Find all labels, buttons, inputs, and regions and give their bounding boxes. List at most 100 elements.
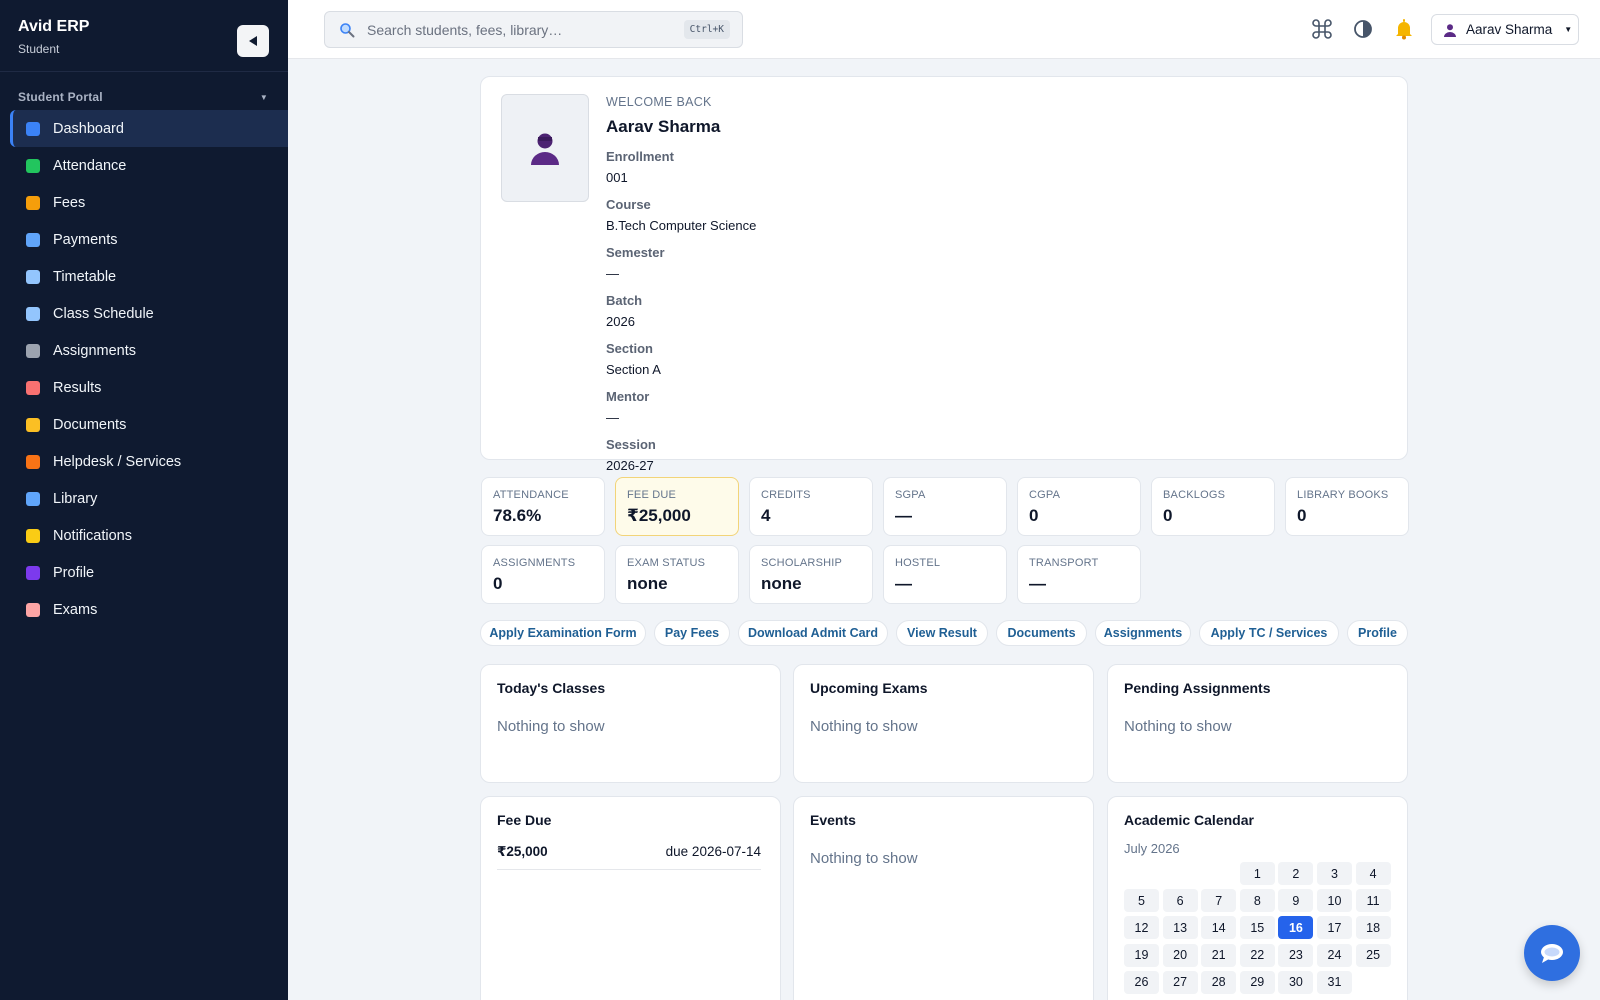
action-assignments-button[interactable]: Assignments [1095, 620, 1191, 646]
stat-card-transport[interactable]: TRANSPORT — [1017, 545, 1141, 604]
calendar-day[interactable]: 1 [1239, 862, 1275, 885]
calendar-day[interactable]: 28 [1201, 970, 1237, 994]
sidebar-item-profile[interactable]: Profile [0, 554, 288, 591]
sidebar-item-assignments[interactable]: Assignments [0, 332, 288, 369]
sidebar-item-results[interactable]: Results [0, 369, 288, 406]
sidebar: Avid ERP Student Student Portal ▼ Dashbo… [0, 0, 288, 1000]
calendar-day[interactable]: 13 [1162, 916, 1198, 940]
calendar-day[interactable]: 27 [1162, 970, 1198, 994]
sidebar-item-label: Library [53, 490, 98, 507]
action-documents-button[interactable]: Documents [996, 620, 1087, 646]
stat-value: 78.6% [493, 506, 542, 525]
action-pay-fees-button[interactable]: Pay Fees [654, 620, 730, 646]
calendar-day[interactable]: 4 [1355, 862, 1391, 885]
field-label: Course [606, 197, 651, 212]
stat-card-sgpa[interactable]: SGPA — [883, 477, 1007, 536]
bell-icon[interactable] [1392, 17, 1416, 41]
sidebar-item-notifications[interactable]: Notifications [0, 517, 288, 554]
fee-due-date: due 2026-07-14 [665, 844, 761, 859]
calendar-day[interactable]: 15 [1239, 916, 1275, 940]
chevron-down-icon: ▼ [1564, 25, 1573, 34]
stat-value: 0 [1297, 506, 1307, 525]
calendar-day[interactable]: 30 [1278, 970, 1314, 994]
action-download-admit-card-button[interactable]: Download Admit Card [738, 620, 888, 646]
calendar-day[interactable]: 7 [1201, 889, 1237, 913]
calendar-day[interactable]: 22 [1239, 943, 1275, 967]
calendar-day[interactable]: 19 [1124, 943, 1159, 967]
check-box-icon [26, 158, 40, 173]
calendar-day[interactable]: 17 [1317, 916, 1352, 940]
fee-amount: ₹25,000 [497, 844, 548, 859]
stat-card-exam-status[interactable]: EXAM STATUS none [615, 545, 739, 604]
sidebar-item-class-schedule[interactable]: Class Schedule [0, 295, 288, 332]
sidebar-item-dashboard[interactable]: Dashboard [10, 110, 288, 147]
calendar-day[interactable]: 2 [1278, 862, 1314, 885]
chat-button[interactable] [1524, 925, 1580, 981]
calendar-day[interactable]: 21 [1201, 943, 1237, 967]
sidebar-item-fees[interactable]: Fees [0, 184, 288, 221]
stat-card-credits[interactable]: CREDITS 4 [749, 477, 873, 536]
sidebar-item-timetable[interactable]: Timetable [0, 258, 288, 295]
field-value: B.Tech Computer Science [606, 218, 757, 233]
stat-card-scholarship[interactable]: SCHOLARSHIP none [749, 545, 873, 604]
action-apply-tc-services-button[interactable]: Apply TC / Services [1199, 620, 1339, 646]
command-icon[interactable] [1310, 17, 1334, 41]
collapse-sidebar-button[interactable] [237, 25, 269, 57]
calendar-day[interactable]: 9 [1278, 889, 1314, 913]
sidebar-item-attendance[interactable]: Attendance [0, 147, 288, 184]
welcome-text: WELCOME BACK [606, 95, 712, 109]
field-value: 001 [606, 170, 628, 185]
sidebar-section-toggle[interactable]: Student Portal ▼ [18, 90, 268, 104]
calendar-day[interactable]: 31 [1317, 970, 1352, 994]
calendar-day[interactable]: 6 [1162, 889, 1198, 913]
action-profile-button[interactable]: Profile [1347, 620, 1408, 646]
sidebar-item-payments[interactable]: Payments [0, 221, 288, 258]
contrast-toggle-icon[interactable] [1351, 17, 1375, 41]
stat-card-assignments[interactable]: ASSIGNMENTS 0 [481, 545, 605, 604]
calendar-day[interactable]: 20 [1162, 943, 1198, 967]
stat-label: SCHOLARSHIP [761, 557, 843, 569]
stat-card-fee-due[interactable]: FEE DUE ₹25,000 [615, 477, 739, 536]
sidebar-item-helpdesk-services[interactable]: Helpdesk / Services [0, 443, 288, 480]
field-value: 2026 [606, 314, 635, 329]
calendar-day[interactable]: 18 [1355, 916, 1391, 940]
action-view-result-button[interactable]: View Result [896, 620, 988, 646]
profile-field-enrollment: Enrollment 001 [606, 149, 756, 185]
search-input[interactable] [367, 21, 677, 38]
profile-field-mentor: Mentor — [606, 389, 756, 425]
paperclip-icon [26, 343, 40, 358]
calendar-day[interactable]: 5 [1124, 889, 1159, 913]
stat-value: — [895, 574, 912, 593]
calendar-day[interactable]: 14 [1201, 916, 1237, 940]
field-label: Section [606, 341, 653, 356]
calendar-day[interactable]: 8 [1239, 889, 1275, 913]
sidebar-item-library[interactable]: Library [0, 480, 288, 517]
stat-value: 0 [1029, 506, 1039, 525]
stat-card-cgpa[interactable]: CGPA 0 [1017, 477, 1141, 536]
folder-icon [26, 417, 40, 432]
calendar-day[interactable]: 3 [1317, 862, 1352, 885]
sidebar-item-exams[interactable]: Exams [0, 591, 288, 628]
stat-card-backlogs[interactable]: BACKLOGS 0 [1151, 477, 1275, 536]
bell-service-icon [26, 454, 40, 469]
field-label: Enrollment [606, 149, 674, 164]
fee-due-row[interactable]: ₹25,000 due 2026-07-14 [497, 844, 761, 870]
search-shortcut-hint: Ctrl+K [683, 20, 730, 39]
calendar-day[interactable]: 26 [1124, 970, 1159, 994]
stat-card-attendance[interactable]: ATTENDANCE 78.6% [481, 477, 605, 536]
action-apply-examination-form-button[interactable]: Apply Examination Form [480, 620, 646, 646]
calendar-day[interactable]: 16 [1278, 916, 1314, 940]
calendar-day[interactable]: 10 [1317, 889, 1352, 913]
calendar-day[interactable]: 25 [1355, 943, 1391, 967]
stat-card-library-books[interactable]: LIBRARY BOOKS 0 [1285, 477, 1409, 536]
sidebar-item-documents[interactable]: Documents [0, 406, 288, 443]
search-box[interactable]: Ctrl+K [324, 11, 743, 48]
calendar-day[interactable]: 11 [1355, 889, 1391, 913]
sidebar-item-label: Helpdesk / Services [53, 453, 182, 470]
stat-card-hostel[interactable]: HOSTEL — [883, 545, 1007, 604]
calendar-day[interactable]: 23 [1278, 943, 1314, 967]
calendar-day[interactable]: 29 [1239, 970, 1275, 994]
calendar-day[interactable]: 24 [1317, 943, 1352, 967]
calendar-day[interactable]: 12 [1124, 916, 1159, 940]
user-menu-button[interactable]: Aarav Sharma ▼ [1431, 14, 1579, 45]
